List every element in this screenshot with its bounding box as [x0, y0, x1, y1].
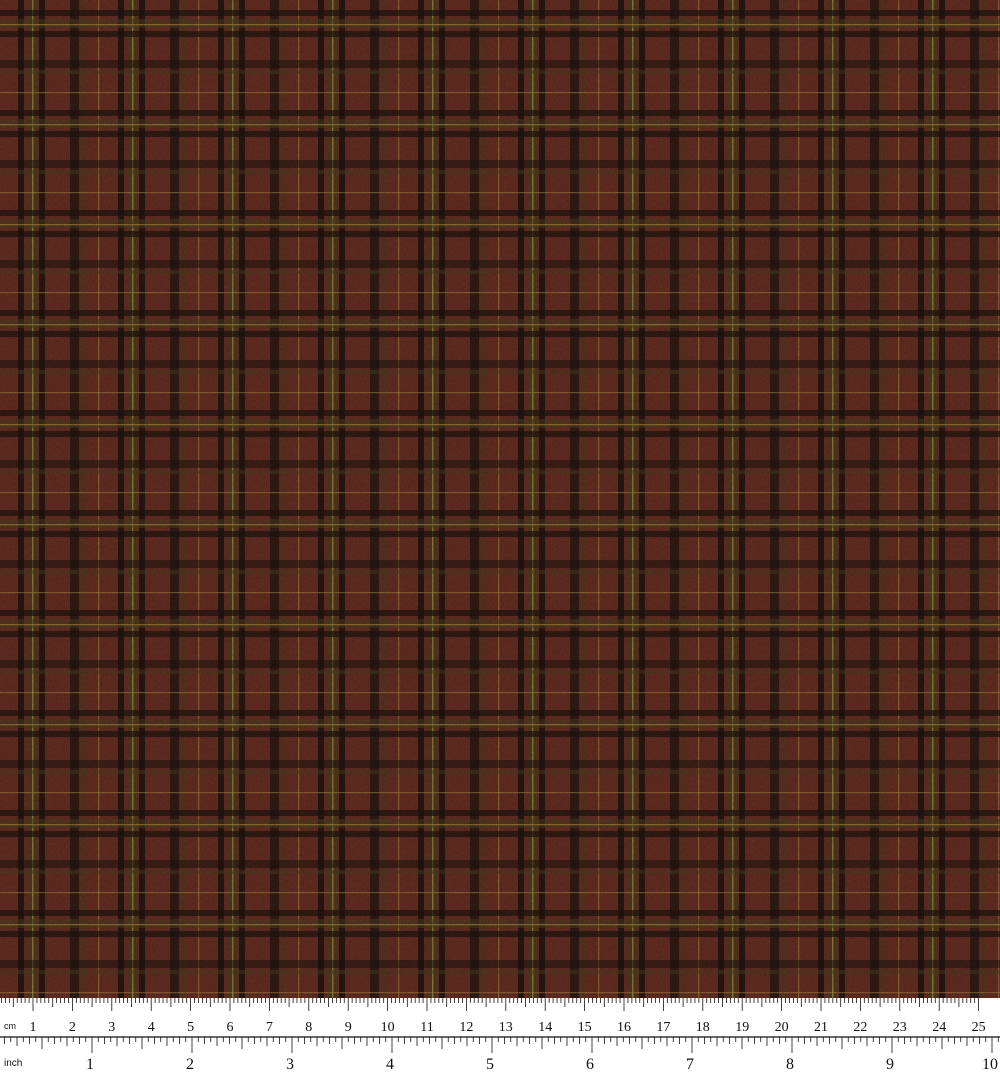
cm-tick-label: 7	[266, 1020, 273, 1035]
cm-tick-label: 18	[696, 1020, 710, 1035]
inch-tick-label: 8	[786, 1056, 794, 1073]
cm-tick-label: 12	[459, 1020, 473, 1035]
cm-tick-label: 21	[814, 1020, 828, 1035]
cm-tick-label: 15	[578, 1020, 592, 1035]
cm-tick-label: 6	[227, 1020, 234, 1035]
cm-tick-label: 9	[345, 1020, 352, 1035]
cm-tick-label: 4	[148, 1020, 155, 1035]
cm-tick-label: 19	[735, 1020, 749, 1035]
fabric-texture-overlay	[0, 0, 1000, 1000]
inch-tick-label: 4	[386, 1056, 394, 1073]
cm-tick-label: 1	[30, 1020, 37, 1035]
inch-tick-label: 3	[286, 1056, 294, 1073]
inch-unit-label: inch	[4, 1058, 22, 1069]
inch-tick-label: 9	[886, 1056, 894, 1073]
cm-tick-label: 13	[499, 1020, 513, 1035]
cm-tick-label: 8	[305, 1020, 312, 1035]
cm-tick-label: 25	[972, 1020, 986, 1035]
plaid-fabric-swatch	[0, 0, 1000, 1000]
cm-tick-label: 24	[932, 1020, 946, 1035]
cm-tick-label: 17	[656, 1020, 670, 1035]
product-photo: 1 2 3 4 5 6 7 8 9 10 11 12 13 14 15 16 17 18 19 20 21 22 23 24 2…	[0, 0, 1000, 1076]
cm-tick-label: 11	[420, 1020, 433, 1035]
measuring-ruler: 1 2 3 4 5 6 7 8 9 10 11 12 13 14 15 16 17 18 19 20 21 22 23 24 2…	[0, 998, 1000, 1076]
cm-tick-label: 16	[617, 1020, 631, 1035]
cm-tick-label: 23	[893, 1020, 907, 1035]
cm-unit-label: cm	[4, 1021, 16, 1031]
cm-tick-label: 3	[108, 1020, 115, 1035]
cm-tick-label: 5	[187, 1020, 194, 1035]
inch-tick-label: 5	[486, 1056, 494, 1073]
inch-tick-label: 7	[686, 1056, 694, 1073]
cm-tick-label: 22	[853, 1020, 867, 1035]
inch-tick-label: 1	[86, 1056, 94, 1073]
cm-tick-label: 14	[538, 1020, 552, 1035]
cm-tick-label: 2	[69, 1020, 76, 1035]
inch-tick-label: 2	[186, 1056, 194, 1073]
cm-tick-label: 20	[775, 1020, 789, 1035]
cm-tick-label: 10	[381, 1020, 395, 1035]
inch-tick-label: 6	[586, 1056, 594, 1073]
inch-tick-label: 10	[982, 1056, 998, 1073]
